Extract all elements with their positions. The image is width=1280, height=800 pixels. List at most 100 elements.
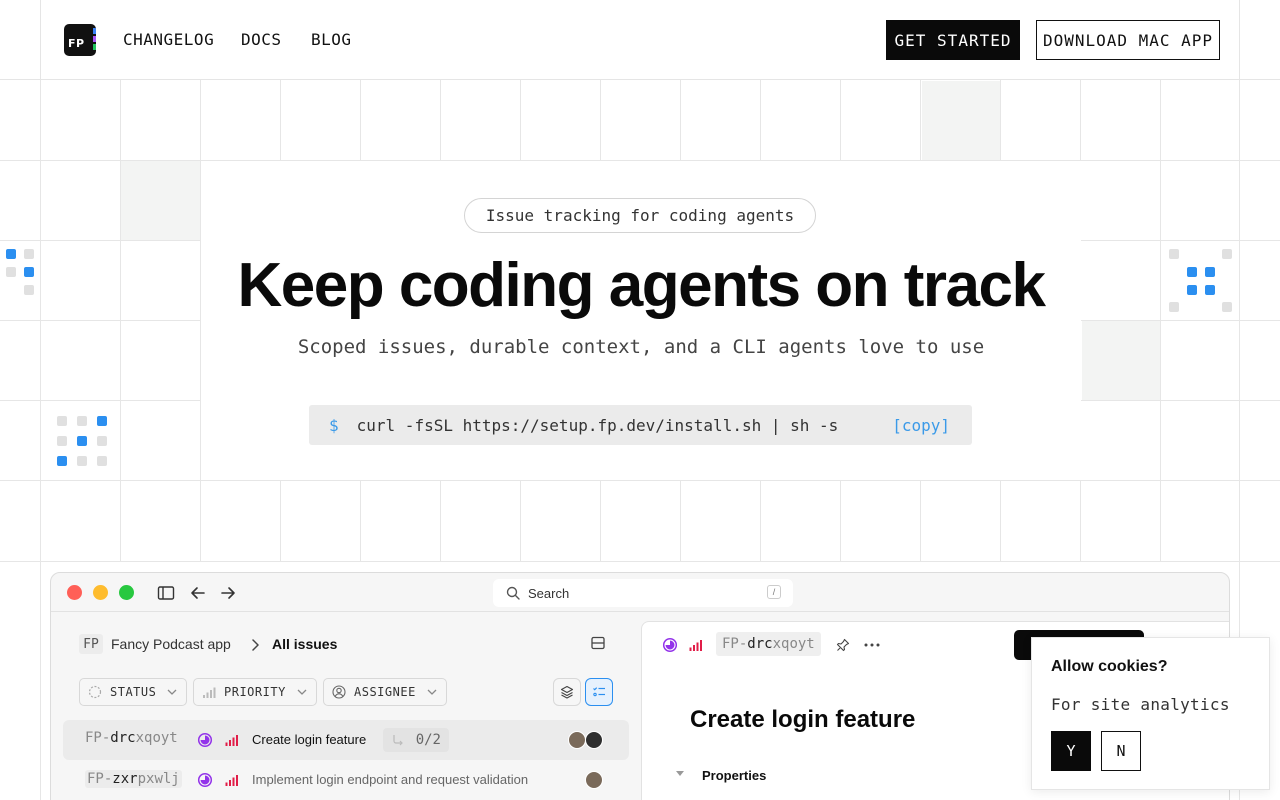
search-input[interactable]: Search / — [493, 579, 793, 607]
issue-id: FP-drcxqoyt — [716, 632, 821, 656]
decline-cookies-button[interactable]: N — [1101, 731, 1141, 771]
table-row[interactable]: FP-drcxqoyt Create login feature 0/2 — [63, 720, 629, 760]
pixel — [77, 436, 87, 446]
pixel — [1169, 249, 1179, 259]
status-circle-icon — [88, 685, 102, 699]
status-filter[interactable]: STATUS — [79, 678, 187, 706]
back-arrow-icon[interactable] — [189, 584, 207, 602]
fp-logo[interactable]: FP — [64, 24, 96, 56]
issue-detail-title: Create login feature — [690, 706, 916, 733]
logo-stripe — [93, 28, 96, 34]
forward-arrow-icon[interactable] — [219, 584, 237, 602]
caret-down-icon[interactable] — [676, 771, 684, 776]
issue-list-pane: FP Fancy Podcast app All issues STATUS P… — [51, 612, 641, 800]
issue-title: Implement login endpoint and request val… — [252, 772, 529, 787]
priority-high-icon — [225, 735, 238, 746]
pixel — [97, 416, 107, 426]
logo-text: FP — [68, 37, 85, 50]
assignee-filter-label: ASSIGNEE — [354, 685, 416, 699]
chevron-down-icon — [297, 689, 307, 695]
pixel — [1205, 285, 1215, 295]
pixel — [77, 456, 87, 466]
tagline-pill: Issue tracking for coding agents — [464, 198, 816, 233]
hero-headline: Keep coding agents on track — [237, 251, 1046, 320]
group-by-button[interactable] — [553, 678, 581, 706]
layers-icon — [560, 685, 574, 699]
in-progress-status-icon[interactable] — [662, 637, 678, 653]
pixel — [57, 436, 67, 446]
subtask-count: 0/2 — [383, 728, 449, 752]
header-divider — [1239, 0, 1240, 80]
table-row[interactable]: FP-zxrpxwlj Implement login endpoint and… — [63, 760, 629, 800]
pixel — [97, 456, 107, 466]
search-placeholder: Search — [528, 585, 570, 601]
list-view-toggle[interactable] — [585, 678, 613, 706]
properties-section-header[interactable]: Properties — [702, 768, 766, 783]
nav-docs-link[interactable]: DOCS — [241, 30, 282, 49]
issue-id: FP-zxrpxwlj — [85, 770, 182, 788]
cookie-consent-dialog: Allow cookies? For site analytics Y N — [1031, 637, 1270, 790]
pixel — [24, 285, 34, 295]
header-divider — [40, 0, 41, 80]
maximize-window-button[interactable] — [119, 585, 134, 600]
priority-high-icon[interactable] — [689, 638, 703, 652]
avatar — [585, 731, 603, 749]
command-prompt: $ — [329, 415, 339, 435]
breadcrumb-project[interactable]: Fancy Podcast app — [111, 636, 231, 652]
more-options-icon[interactable] — [864, 642, 880, 648]
status-filter-label: STATUS — [110, 685, 157, 699]
logo-stripe — [93, 44, 96, 50]
in-progress-status-icon — [197, 732, 213, 748]
copy-command-button[interactable]: [copy] — [892, 416, 950, 435]
chevron-down-icon — [427, 689, 437, 695]
pixel — [1187, 267, 1197, 277]
pixel — [1187, 285, 1197, 295]
pixel — [1205, 267, 1215, 277]
avatar — [568, 731, 586, 749]
logo-stripe — [93, 36, 96, 42]
in-progress-status-icon — [197, 772, 213, 788]
install-command: curl -fsSL https://setup.fp.dev/install.… — [356, 415, 839, 435]
issue-id: FP-drcxqoyt — [85, 730, 178, 746]
accept-cookies-button[interactable]: Y — [1051, 731, 1091, 771]
pixel — [57, 416, 67, 426]
pixel — [97, 436, 107, 446]
priority-filter-label: PRIORITY — [224, 685, 286, 699]
pixel — [6, 267, 16, 277]
assignee-filter[interactable]: ASSIGNEE — [323, 678, 447, 706]
nav-blog-link[interactable]: BLOG — [311, 30, 352, 49]
pixel — [57, 456, 67, 466]
search-shortcut-key: / — [767, 585, 781, 599]
pixel — [24, 267, 34, 277]
nav-changelog-link[interactable]: CHANGELOG — [123, 30, 214, 49]
priority-filter[interactable]: PRIORITY — [193, 678, 317, 706]
priority-bars-icon — [203, 687, 216, 698]
pixel — [1169, 302, 1179, 312]
pixel — [77, 416, 87, 426]
issue-title: Create login feature — [252, 732, 367, 747]
search-icon — [506, 586, 520, 600]
get-started-button[interactable]: GET STARTED — [886, 20, 1020, 60]
project-badge: FP — [79, 634, 103, 654]
panel-layout-icon[interactable] — [591, 636, 605, 650]
user-circle-icon — [332, 685, 346, 699]
pixel — [6, 249, 16, 259]
chevron-right-icon — [252, 639, 259, 651]
pixel — [24, 249, 34, 259]
chevron-down-icon — [167, 689, 177, 695]
avatar — [585, 771, 603, 789]
pin-icon[interactable] — [836, 638, 850, 652]
breadcrumb-current: All issues — [272, 636, 338, 652]
minimize-window-button[interactable] — [93, 585, 108, 600]
site-header: FP CHANGELOG DOCS BLOG GET STARTED DOWNL… — [0, 0, 1280, 80]
download-mac-app-button[interactable]: DOWNLOAD MAC APP — [1036, 20, 1220, 60]
install-command-box: $ curl -fsSL https://setup.fp.dev/instal… — [309, 405, 972, 445]
sidebar-toggle-icon[interactable] — [157, 584, 175, 602]
cookie-dialog-description: For site analytics — [1051, 695, 1230, 714]
subtask-icon — [393, 735, 403, 746]
priority-high-icon — [225, 775, 238, 786]
close-window-button[interactable] — [67, 585, 82, 600]
pixel — [1222, 249, 1232, 259]
pixel — [1222, 302, 1232, 312]
cookie-dialog-title: Allow cookies? — [1051, 658, 1168, 675]
